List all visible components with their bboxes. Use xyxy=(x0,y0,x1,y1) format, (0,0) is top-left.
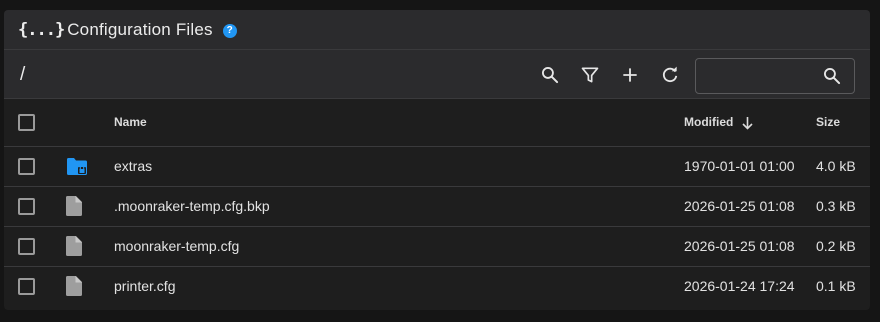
table-row[interactable]: .moonraker-temp.cfg.bkp 2026-01-25 01:08… xyxy=(4,186,870,226)
search-input[interactable] xyxy=(696,68,819,84)
current-path: / xyxy=(20,64,26,85)
plus-icon xyxy=(623,68,637,82)
table-row[interactable]: moonraker-temp.cfg 2026-01-25 01:08 0.2 … xyxy=(4,226,870,266)
refresh-button[interactable] xyxy=(657,62,683,88)
file-name: extras xyxy=(114,158,153,174)
table-row[interactable]: extras 1970-01-01 01:00 4.0 kB xyxy=(4,146,870,186)
column-header-modified-label: Modified xyxy=(684,114,734,129)
folder-lock-icon xyxy=(67,157,87,175)
help-icon[interactable]: ? xyxy=(222,23,237,38)
table-header-row: Name Modified Size xyxy=(4,99,870,146)
file-name: .moonraker-temp.cfg.bkp xyxy=(114,198,270,214)
file-modified: 1970-01-01 01:00 xyxy=(684,158,795,174)
refresh-icon xyxy=(662,66,678,83)
file-toolbar: / xyxy=(4,50,870,99)
add-file-button[interactable] xyxy=(617,62,643,88)
file-size: 0.1 kB xyxy=(816,278,856,295)
file-icon xyxy=(66,276,82,297)
file-size: 4.0 kB xyxy=(816,158,856,174)
search-field-icon[interactable] xyxy=(819,63,845,89)
file-icon xyxy=(66,196,82,216)
file-size: 0.2 kB xyxy=(816,238,856,254)
file-modified: 2026-01-25 01:08 xyxy=(684,238,795,254)
file-icon xyxy=(66,236,82,256)
column-header-size[interactable]: Size xyxy=(816,99,870,146)
arrow-down-icon xyxy=(742,116,753,130)
filter-icon xyxy=(581,67,599,83)
column-header-name[interactable]: Name xyxy=(114,99,684,146)
row-checkbox[interactable] xyxy=(18,277,35,295)
filter-button[interactable] xyxy=(577,62,603,88)
file-name: printer.cfg xyxy=(114,278,176,295)
table-row[interactable]: printer.cfg 2026-01-24 17:24 0.1 kB xyxy=(4,266,870,306)
file-name: moonraker-temp.cfg xyxy=(114,238,240,254)
column-header-modified[interactable]: Modified xyxy=(684,99,816,146)
panel-title: Configuration Files xyxy=(67,19,213,39)
config-files-panel: {...} Configuration Files ? / Name Modif… xyxy=(4,10,870,310)
search-field[interactable] xyxy=(695,58,855,94)
select-all-checkbox[interactable] xyxy=(18,113,35,131)
search-icon xyxy=(824,68,841,85)
row-checkbox[interactable] xyxy=(18,157,35,175)
search-button[interactable] xyxy=(537,62,563,88)
code-braces-icon: {...} xyxy=(18,19,65,40)
row-checkbox[interactable] xyxy=(18,237,35,255)
row-checkbox[interactable] xyxy=(18,197,35,215)
file-modified: 2026-01-24 17:24 xyxy=(684,278,795,295)
panel-header: {...} Configuration Files ? xyxy=(4,10,870,50)
file-table: Name Modified Size extras 1970-01-01 01:… xyxy=(4,99,870,306)
search-icon xyxy=(542,67,559,84)
file-modified: 2026-01-25 01:08 xyxy=(684,198,795,214)
file-size: 0.3 kB xyxy=(816,198,856,214)
